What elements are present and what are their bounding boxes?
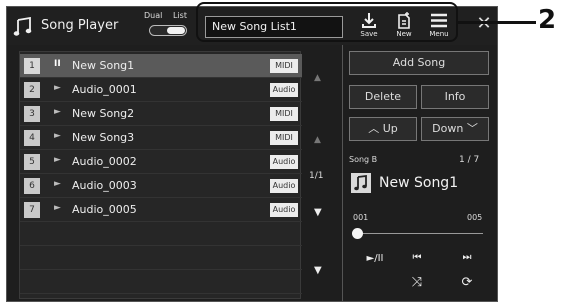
song-player-screen: Song Player Dual List New Song List1 Sav… [6, 6, 498, 302]
move-up-label: Up [382, 122, 398, 135]
song-name: New Song3 [72, 131, 135, 144]
position-slider-track[interactable] [357, 233, 483, 234]
song-row[interactable]: 7 ► Audio_0005 Audio [20, 198, 302, 222]
song-name: New Song1 [72, 59, 135, 72]
song-name: Audio_0005 [72, 203, 137, 216]
callout-leader-line [458, 21, 536, 24]
scroll-down-icon[interactable]: ▼ [314, 207, 322, 218]
play-pause-icon[interactable]: ►/II [363, 253, 387, 264]
song-type-badge: Audio [270, 83, 298, 97]
previous-icon[interactable]: ⏮ [405, 252, 429, 263]
empty-row [20, 246, 302, 270]
song-name: Audio_0001 [72, 83, 137, 96]
song-row[interactable]: 6 ► Audio_0003 Audio [20, 174, 302, 198]
app-title: Song Player [41, 18, 119, 33]
song-type-badge: MIDI [270, 59, 298, 73]
song-row[interactable]: 2 ► Audio_0001 Audio [20, 78, 302, 102]
song-row[interactable]: 5 ► Audio_0002 Audio [20, 150, 302, 174]
page-up-icon[interactable]: ▲ [314, 73, 321, 83]
play-icon: ► [54, 203, 61, 213]
move-up-button[interactable]: ︿ Up [349, 117, 417, 141]
toggle-knob [167, 27, 185, 34]
chevron-down-icon: ﹀ [466, 122, 478, 135]
chevron-up-icon: ︿ [368, 122, 380, 135]
empty-row [20, 270, 302, 294]
song-type-badge: Audio [270, 155, 298, 169]
dual-list-toggle[interactable] [149, 25, 187, 36]
song-number: 4 [24, 130, 40, 146]
play-icon: ► [54, 155, 61, 165]
bar-start: 001 [353, 213, 369, 222]
play-icon: ► [54, 107, 61, 117]
shuffle-icon[interactable]: ⤨ [405, 275, 429, 290]
song-number: 6 [24, 178, 40, 194]
repeat-icon[interactable]: ⟳ [455, 275, 479, 290]
song-counter: 1 / 7 [459, 155, 480, 165]
panel-divider [342, 45, 343, 301]
next-icon[interactable]: ⏭ [455, 252, 479, 263]
song-type-badge: Audio [270, 179, 298, 193]
current-song-title: New Song1 [379, 175, 459, 191]
song-number: 2 [24, 82, 40, 98]
info-button[interactable]: Info [421, 85, 489, 109]
list-label: List [173, 11, 187, 20]
song-number: 1 [24, 58, 40, 74]
page-down-icon[interactable]: ▼ [314, 265, 322, 276]
bar-end: 005 [467, 213, 483, 222]
page-indicator: 1/1 [309, 171, 324, 181]
song-row[interactable]: 4 ► New Song3 MIDI [20, 126, 302, 150]
song-type-badge: MIDI [270, 107, 298, 121]
close-icon[interactable]: ✕ [473, 13, 495, 35]
song-number: 5 [24, 154, 40, 170]
scroll-up-icon[interactable]: ▲ [314, 135, 321, 145]
move-down-label: Down [432, 122, 464, 135]
song-b-label: Song B [349, 155, 378, 164]
song-type-badge: Audio [270, 203, 298, 217]
song-note-icon [351, 173, 371, 193]
song-type-badge: MIDI [270, 131, 298, 145]
add-song-button[interactable]: Add Song [349, 51, 489, 75]
move-down-button[interactable]: Down ﹀ [421, 117, 489, 141]
song-number: 3 [24, 106, 40, 122]
empty-row [20, 222, 302, 246]
play-icon: ► [54, 131, 61, 141]
callout-highlight [196, 2, 458, 42]
song-name: Audio_0003 [72, 179, 137, 192]
list-scroll-controls: ▲ ▲ 1/1 ▼ ▼ [305, 51, 335, 299]
delete-button[interactable]: Delete [349, 85, 417, 109]
song-name: New Song2 [72, 107, 135, 120]
song-list: 1 II New Song1 MIDI 2 ► Audio_0001 Audio 3 ► New S… [19, 51, 302, 299]
song-name: Audio_0002 [72, 155, 137, 168]
song-number: 7 [24, 202, 40, 218]
song-row[interactable]: 1 II New Song1 MIDI [20, 54, 302, 78]
play-icon: ► [54, 179, 61, 189]
song-row[interactable]: 3 ► New Song2 MIDI [20, 102, 302, 126]
callout-number: 2 [538, 5, 557, 35]
pause-icon: II [54, 59, 61, 69]
play-icon: ► [54, 83, 61, 93]
music-note-icon [13, 17, 32, 36]
position-slider-thumb[interactable] [352, 228, 363, 239]
dual-label: Dual [144, 11, 163, 20]
